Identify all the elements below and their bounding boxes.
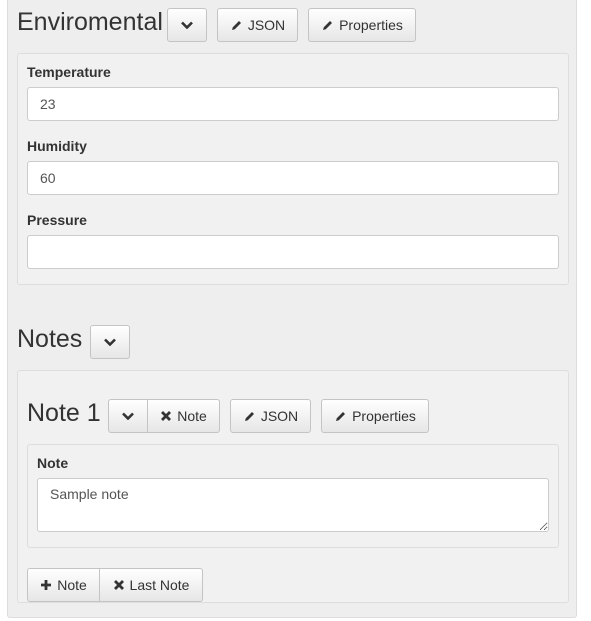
edit-json-enviromental-button[interactable]: JSON bbox=[217, 8, 298, 42]
collapse-notes-button[interactable] bbox=[90, 325, 130, 359]
json-button-label: JSON bbox=[260, 408, 299, 424]
chevron-down-icon bbox=[181, 21, 193, 29]
delete-note-label: Note bbox=[177, 408, 207, 424]
properties-button-label: Properties bbox=[339, 17, 403, 33]
note-label: Note bbox=[37, 455, 69, 471]
chevron-down-icon bbox=[104, 338, 116, 346]
edit-properties-enviromental-button[interactable]: Properties bbox=[308, 8, 416, 42]
note-textarea[interactable]: Sample note bbox=[37, 478, 549, 532]
pressure-label: Pressure bbox=[27, 212, 87, 228]
section-title-enviromental: Enviromental bbox=[17, 8, 163, 36]
note-1-title: Note 1 bbox=[27, 399, 101, 427]
section-title-notes: Notes bbox=[17, 325, 83, 353]
pencil-icon bbox=[323, 20, 333, 30]
chevron-down-icon bbox=[122, 412, 134, 420]
temperature-label: Temperature bbox=[27, 64, 111, 80]
humidity-input[interactable] bbox=[27, 161, 559, 195]
temperature-input[interactable] bbox=[27, 87, 559, 121]
remove-icon bbox=[161, 411, 172, 421]
pencil-icon bbox=[336, 411, 346, 421]
edit-properties-note-1-button[interactable]: Properties bbox=[321, 399, 429, 433]
pressure-input[interactable] bbox=[27, 235, 559, 269]
humidity-label: Humidity bbox=[27, 138, 87, 154]
collapse-enviromental-button[interactable] bbox=[167, 8, 207, 42]
add-note-label: Note bbox=[57, 577, 87, 593]
delete-note-button[interactable]: Note bbox=[148, 399, 220, 433]
plus-icon bbox=[41, 580, 52, 590]
properties-button-label: Properties bbox=[352, 408, 416, 424]
pencil-icon bbox=[244, 411, 254, 421]
pencil-icon bbox=[231, 20, 241, 30]
add-note-button[interactable]: Note bbox=[27, 568, 100, 602]
collapse-note-1-button[interactable] bbox=[108, 399, 148, 433]
json-button-label: JSON bbox=[247, 17, 286, 33]
remove-icon bbox=[113, 580, 124, 590]
remove-last-note-label: Last Note bbox=[129, 577, 190, 593]
edit-json-note-1-button[interactable]: JSON bbox=[230, 399, 311, 433]
remove-last-note-button[interactable]: Last Note bbox=[100, 568, 203, 602]
